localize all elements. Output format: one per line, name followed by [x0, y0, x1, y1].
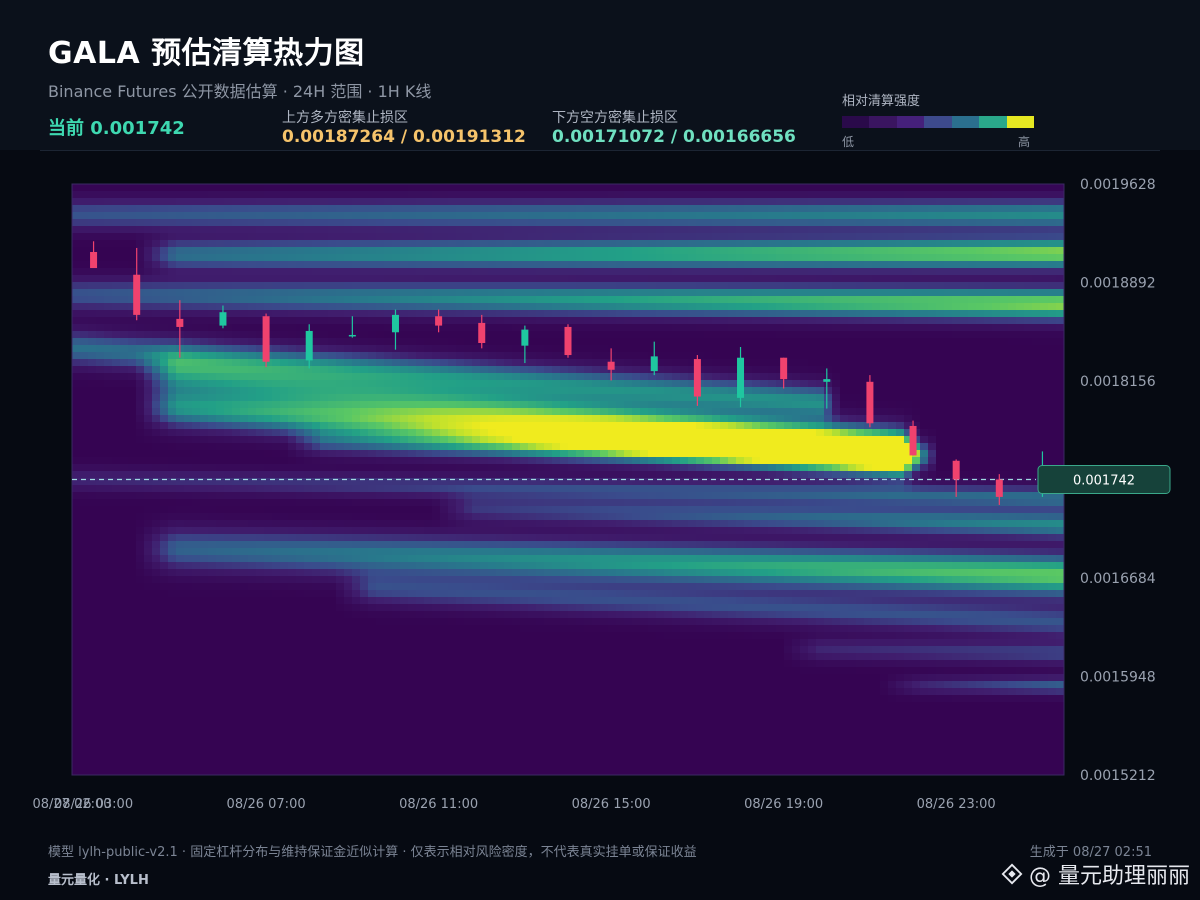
- x-tick-label: 08/26 15:00: [572, 797, 651, 812]
- candle-body: [607, 361, 615, 370]
- y-tick-label: 0.0015212: [1080, 768, 1156, 784]
- candle-body: [909, 425, 917, 456]
- legend-swatch: [1006, 116, 1034, 128]
- watermark-text: @ 量元助理丽丽: [1029, 864, 1190, 889]
- current-price-tag: 0.001742: [1037, 465, 1171, 494]
- candle-body: [262, 316, 270, 362]
- candle-body: [521, 329, 529, 346]
- lower-zone-label: 下方空方密集止损区: [552, 110, 678, 126]
- x-tick-label: 08/26 11:00: [399, 797, 478, 812]
- diamond-logo-icon: [1001, 863, 1023, 885]
- candle-body: [478, 322, 486, 343]
- watermark: @ 量元助理丽丽: [1001, 858, 1190, 890]
- candle-body: [219, 312, 227, 326]
- legend-swatch: [979, 116, 1007, 128]
- x-tick-label: 08/27 02:00: [32, 797, 111, 812]
- y-tick-label: 0.0019628: [1080, 177, 1156, 193]
- intensity-legend-bar: [842, 116, 1034, 128]
- current-price-tag-label: 0.001742: [1073, 474, 1135, 489]
- legend-swatch: [951, 116, 980, 128]
- upper-zone-value: 0.00187264 / 0.00191312: [282, 127, 526, 147]
- candle-body: [90, 251, 98, 269]
- y-tick-label: 0.0015948: [1080, 670, 1156, 686]
- candle-body: [133, 274, 141, 315]
- heatmap-layer: [72, 184, 1064, 775]
- lower-zone-value: 0.00171072 / 0.00166656: [552, 127, 796, 147]
- legend-low-label: 低: [842, 135, 855, 149]
- y-tick-label: 0.0018156: [1080, 374, 1156, 390]
- candle-body: [823, 379, 831, 382]
- header-divider: [40, 150, 1160, 151]
- y-tick-label: 0.0018892: [1080, 276, 1156, 292]
- liquidation-heatmap-chart: 0.0019628 0.0018892 0.0018156 0.0016684 0.00…: [32, 177, 1171, 812]
- candle-body: [780, 357, 788, 380]
- page-subtitle: Binance Futures 公开数据估算 · 24H 范围 · 1H K线: [48, 82, 432, 101]
- header-panel: GALA 预估清算热力图 Binance Futures 公开数据估算 · 24…: [0, 0, 1200, 150]
- candle-body: [693, 359, 701, 397]
- current-price-label: 当前 0.001742: [48, 118, 185, 139]
- page-title: GALA 预估清算热力图: [48, 36, 365, 71]
- candle-body: [995, 479, 1003, 497]
- legend-title: 相对清算强度: [842, 94, 921, 109]
- legend-swatch: [924, 116, 952, 128]
- candle-body: [305, 330, 313, 361]
- candlestick: [262, 313, 270, 368]
- legend-swatch: [842, 116, 870, 128]
- candle-body: [737, 357, 745, 398]
- candle-body: [650, 356, 658, 372]
- footer-note: 模型 lylh-public-v2.1 · 固定杠杆分布与维持保证金近似计算 ·…: [48, 845, 697, 860]
- candle-body: [391, 314, 399, 333]
- candle-body: [348, 334, 356, 337]
- candlestick: [866, 375, 874, 428]
- x-axis: 08/26 03:00 08/26 07:00 08/26 11:00 08/26 1…: [32, 797, 995, 812]
- x-tick-label: 08/26 19:00: [744, 797, 823, 812]
- footer-brand: 量元量化 · LYLH: [48, 873, 149, 888]
- x-tick-label: 08/26 23:00: [917, 797, 996, 812]
- candle-body: [866, 381, 874, 424]
- upper-zone-label: 上方多方密集止损区: [282, 110, 408, 126]
- y-tick-label: 0.0016684: [1080, 571, 1156, 587]
- candlestick: [564, 324, 572, 358]
- candle-body: [952, 460, 960, 480]
- legend-swatch: [896, 116, 925, 128]
- x-tick-label: 08/26 07:00: [227, 797, 306, 812]
- candle-body: [564, 326, 572, 356]
- candle-body: [435, 316, 443, 326]
- candle-body: [176, 318, 184, 327]
- legend-high-label: 高: [1018, 135, 1031, 149]
- legend-swatch: [869, 116, 897, 128]
